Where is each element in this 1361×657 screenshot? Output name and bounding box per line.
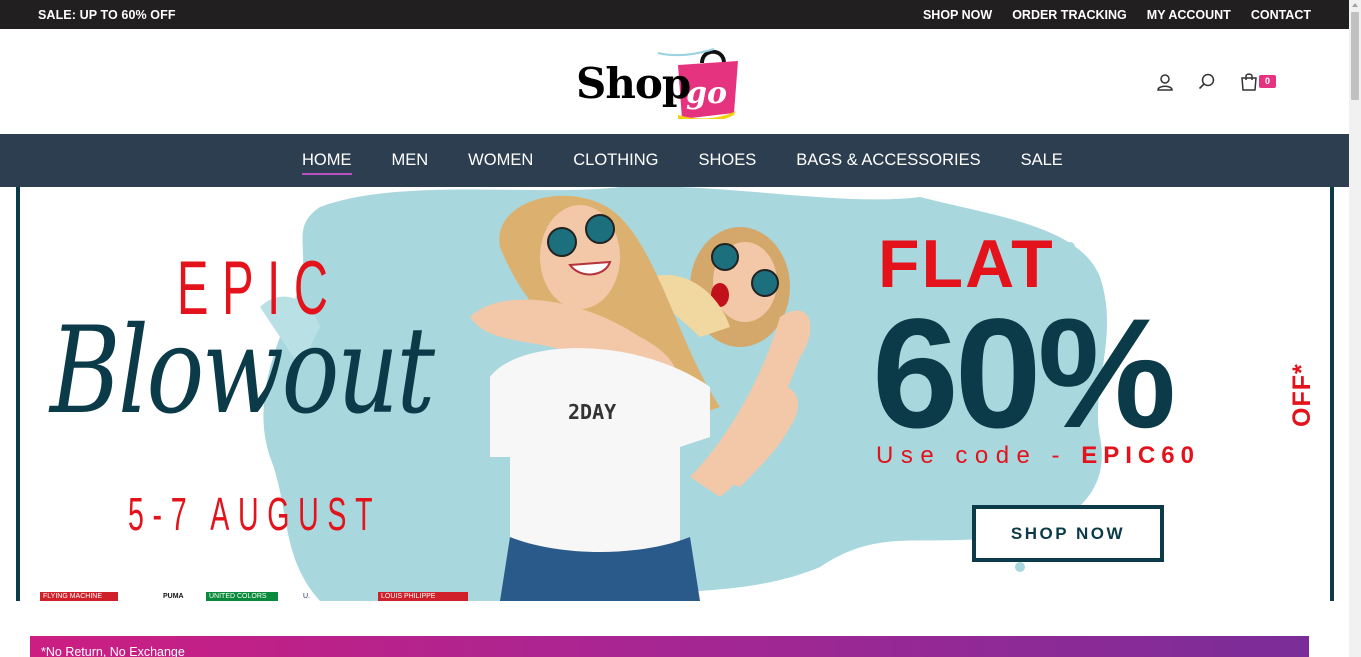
top-link-order-tracking[interactable]: ORDER TRACKING	[1012, 8, 1127, 22]
promo-code-prefix: Use code -	[876, 442, 1082, 469]
nav-item-clothing[interactable]: CLOTHING	[573, 134, 658, 187]
nav-item-sale[interactable]: SALE	[1021, 134, 1063, 187]
hero-dates-text: 5-7 AUGUST	[128, 488, 382, 540]
brand-logo-benetton: UNITED COLORS OF BENETTON	[206, 592, 278, 601]
cart-count-badge: 0	[1259, 75, 1277, 88]
no-return-text: *No Return, No Exchange	[41, 645, 185, 657]
brand-logo-flying-machine: FLYING MACHINE	[40, 592, 118, 601]
brand-logo-us-polo: U.S. POLO ASSN.	[300, 592, 310, 601]
shopgo-logo[interactable]: go Shop	[574, 43, 744, 123]
nav-item-home[interactable]: HOME	[302, 134, 352, 187]
top-link-my-account[interactable]: MY ACCOUNT	[1147, 8, 1231, 22]
top-link-contact[interactable]: CONTACT	[1251, 8, 1311, 22]
top-link-shop-now[interactable]: SHOP NOW	[923, 8, 992, 22]
brand-logo-louis-philippe: LOUIS PHILIPPE	[378, 592, 468, 601]
logo-go-text: go	[686, 76, 727, 111]
hero-shop-now-button[interactable]: SHOP NOW	[972, 505, 1164, 562]
main-nav: HOME MEN WOMEN CLOTHING SHOES BAGS & ACC…	[0, 134, 1349, 187]
scrollbar-thumb[interactable]	[1351, 12, 1359, 100]
hero-promo-code: Use code - EPIC60	[876, 442, 1200, 470]
header-icons: 0	[1155, 72, 1277, 92]
brand-logo-puma: PUMA	[160, 592, 190, 601]
nav-item-men[interactable]: MEN	[392, 134, 429, 187]
cart-icon[interactable]	[1239, 72, 1259, 92]
nav-item-bags-accessories[interactable]: BAGS & ACCESSORIES	[796, 134, 980, 187]
hero-off-text: OFF*	[1288, 363, 1316, 427]
shirt-print-text: 2DAY	[568, 400, 616, 424]
hero-blowout-text: Blowout	[50, 302, 435, 441]
sale-banner-text: SALE: UP TO 60% OFF	[38, 8, 176, 22]
logo-shop-text: Shop	[576, 59, 691, 108]
hero-percent-text: 60%	[872, 287, 1176, 461]
scroll-up-arrow-icon[interactable]	[1352, 3, 1358, 7]
promo-code-value: EPIC60	[1081, 442, 1200, 469]
nav-item-shoes[interactable]: SHOES	[699, 134, 757, 187]
page-scrollbar[interactable]	[1349, 0, 1361, 657]
user-icon[interactable]	[1155, 72, 1175, 92]
top-bar: SALE: UP TO 60% OFF SHOP NOW ORDER TRACK…	[0, 0, 1349, 29]
site-header: go Shop 0	[0, 29, 1349, 134]
search-icon[interactable]	[1197, 72, 1217, 92]
hero-banner[interactable]: 2DAY EPIC Blowout 5-7 AUGUST FLAT 60% OF…	[16, 187, 1334, 601]
nav-item-women[interactable]: WOMEN	[468, 134, 533, 187]
no-return-strip: *No Return, No Exchange	[30, 636, 1309, 657]
top-links: SHOP NOW ORDER TRACKING MY ACCOUNT CONTA…	[923, 8, 1311, 22]
